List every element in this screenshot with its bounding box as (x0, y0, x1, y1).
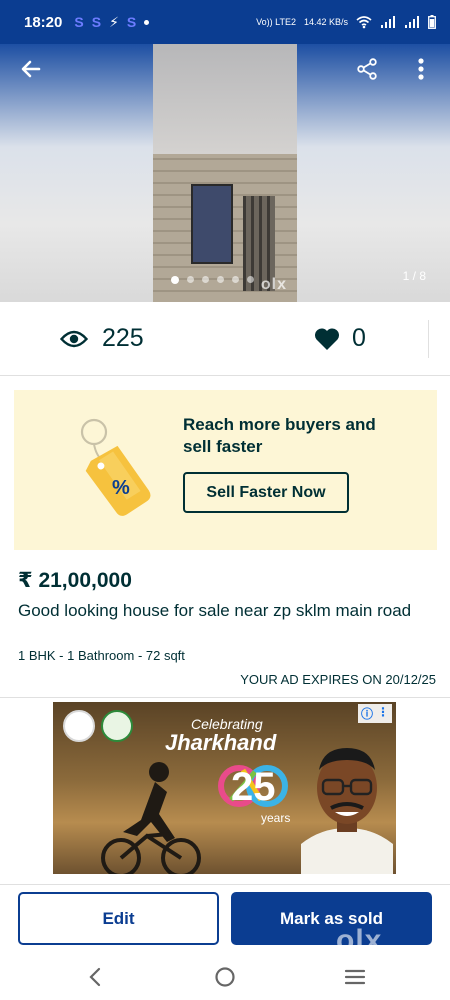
system-navigation-bar (0, 952, 450, 1000)
sell-faster-button[interactable]: Sell Faster Now (183, 472, 349, 513)
sell-faster-promo: % Reach more buyers and sell faster Sell… (14, 390, 437, 550)
pagination-dot (202, 276, 209, 283)
nav-recents-button[interactable] (340, 962, 370, 992)
ad-expiry: YOUR AD EXPIRES ON 20/12/25 (240, 672, 436, 687)
photo-ceiling (153, 44, 297, 154)
mark-as-sold-button[interactable]: Mark as sold (231, 892, 432, 945)
promo-title: Reach more buyers and sell faster (183, 415, 376, 456)
eye-icon (60, 330, 88, 347)
discount-tag-icon: % (80, 418, 151, 516)
image-gallery[interactable]: olx 1 / 8 (0, 44, 450, 302)
tag-percent: % (112, 477, 130, 499)
share-icon (357, 58, 377, 80)
anniversary-logo: 25 years (218, 765, 290, 825)
likes-stat: 0 (314, 324, 366, 353)
battery-icon (428, 15, 436, 29)
more-vert-icon (418, 58, 424, 80)
pagination-dot (247, 276, 254, 283)
ad-price: ₹ 21,00,000 (18, 569, 132, 592)
notification-s-icon: S (126, 14, 137, 30)
notification-icons: S S ⚡ S (74, 13, 150, 31)
listing-photo[interactable]: olx (153, 44, 297, 302)
views-stat: 225 (60, 324, 144, 353)
state-emblem-icon (101, 710, 133, 742)
notification-s-icon: S (91, 14, 102, 30)
info-icon[interactable]: ⓘ (361, 705, 373, 722)
more-vert-icon[interactable]: ⋮ (377, 705, 389, 722)
notification-s-icon: S (74, 14, 84, 30)
photo-meter-box (191, 184, 233, 264)
photo-watermark: olx (260, 276, 287, 293)
ad-details: 1 BHK - 1 Bathroom - 72 sqft (18, 648, 185, 663)
ad-title: Good looking house for sale near zp sklm… (18, 601, 412, 620)
stats-divider (428, 320, 429, 358)
back-button[interactable] (16, 54, 46, 84)
menu-lines-icon (344, 969, 366, 985)
nav-home-button[interactable] (210, 962, 240, 992)
ad-actions-bar: Edit Mark as sold (0, 884, 450, 952)
ad-choices[interactable]: ⓘ ⋮ (357, 704, 392, 723)
wifi-icon (356, 16, 372, 29)
signal-icon (381, 16, 395, 28)
advertisement-banner[interactable]: Celebrating Jharkhand 25 years ⓘ ⋮ (53, 702, 396, 874)
anniversary-number: 25 (231, 765, 276, 809)
banner-state-text: Jharkhand (165, 730, 277, 755)
network-speed-label: 14.42 KB/s (303, 16, 348, 27)
chevron-left-icon (89, 967, 101, 987)
pagination-dot (217, 276, 224, 283)
share-button[interactable] (352, 54, 382, 84)
status-indicators: Vo)) LTE2 14.42 KB/s (256, 15, 436, 29)
status-time: 18:20 (24, 13, 63, 31)
ad-stats-row: 225 0 (0, 302, 450, 376)
more-options-button[interactable] (406, 54, 436, 84)
government-seal-icon (63, 710, 95, 742)
pagination-dot (232, 276, 239, 283)
gallery-counter: 1 / 8 (402, 269, 426, 283)
pagination-dot (171, 276, 179, 284)
likes-count: 0 (352, 324, 366, 352)
anniversary-years-text: years (261, 811, 290, 825)
leader-portrait (301, 748, 393, 874)
status-bar: 18:20 S S ⚡ S Vo)) LTE2 14.42 KB/s (0, 0, 450, 44)
network-type-label: Vo)) LTE2 (256, 16, 296, 27)
circle-home-icon (215, 967, 235, 987)
section-divider (0, 697, 450, 698)
edit-button[interactable]: Edit (18, 892, 219, 945)
nav-back-button[interactable] (80, 962, 110, 992)
notification-dot-icon (144, 19, 150, 25)
notification-flash-icon: ⚡ (109, 13, 119, 30)
signal-icon (405, 16, 419, 28)
pagination-dot (187, 276, 194, 283)
arrow-left-icon (21, 60, 41, 78)
views-count: 225 (102, 324, 144, 352)
heart-icon (314, 327, 340, 350)
gallery-pagination-dots (171, 276, 254, 284)
cyclist-silhouette (101, 762, 201, 874)
